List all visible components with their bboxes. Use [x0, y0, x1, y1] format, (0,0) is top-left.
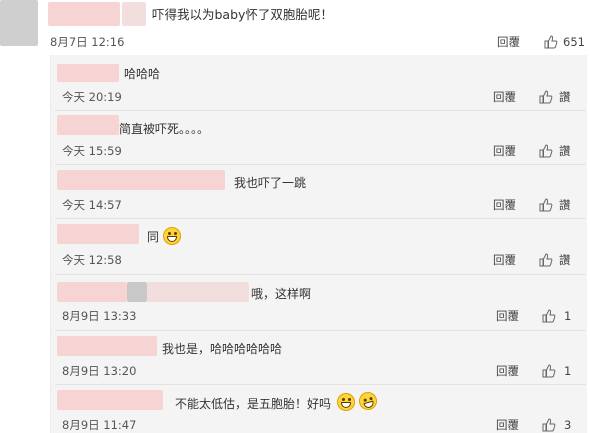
reply-username-redacted[interactable]: [57, 64, 119, 82]
thumbs-up-icon[interactable]: [539, 198, 553, 212]
thumbs-up-icon[interactable]: [542, 418, 556, 432]
like-label[interactable]: 讚: [559, 90, 571, 104]
reply-button[interactable]: 回覆: [493, 90, 516, 104]
reply-text: 我也吓了一跳: [234, 176, 307, 190]
reply-text: 不能太低估，是五胞胎！好吗: [175, 397, 332, 411]
thumbs-up-icon[interactable]: [539, 144, 553, 158]
reply-time: 8月9日 13:33: [62, 309, 137, 323]
like-count: 651: [563, 35, 585, 49]
reply-text: 哈哈哈: [124, 67, 161, 81]
reply-username-redacted: [147, 282, 249, 302]
reply-button[interactable]: 回覆: [493, 144, 516, 158]
like-count: 1: [564, 364, 572, 378]
reply-button[interactable]: 回覆: [496, 364, 519, 378]
reply-username-redacted[interactable]: [57, 170, 225, 190]
like-count: 1: [564, 309, 572, 323]
divider: [55, 274, 586, 275]
thumbs-up-icon[interactable]: [544, 35, 558, 49]
avatar[interactable]: [0, 0, 38, 46]
reply-username-redacted[interactable]: [57, 115, 119, 135]
divider: [55, 164, 586, 165]
thumbs-up-icon[interactable]: [542, 309, 556, 323]
divider: [55, 330, 586, 331]
reply-username-redacted[interactable]: [57, 282, 127, 302]
like-label[interactable]: 讚: [559, 144, 571, 158]
reply-time: 8月9日 11:47: [62, 418, 137, 432]
reply-text: 简直被吓死。。。。: [119, 122, 210, 136]
reply-button[interactable]: 回覆: [496, 418, 519, 432]
like-count: 3: [564, 418, 572, 432]
like-label[interactable]: 讚: [559, 198, 571, 212]
reply-text: 我也是，哈哈哈哈哈哈: [162, 342, 283, 356]
reply-button[interactable]: 回覆: [497, 35, 520, 49]
reply-button[interactable]: 回覆: [493, 253, 516, 267]
grin-emoji-icon: [337, 393, 355, 411]
reply-username-redacted[interactable]: [57, 224, 139, 244]
reply-text: 哦，这样啊: [251, 287, 312, 301]
reply-time: 今天 20:19: [62, 90, 122, 104]
thumbs-up-icon[interactable]: [542, 364, 556, 378]
reply-username-redacted: [127, 282, 147, 302]
thumbs-up-icon[interactable]: [539, 253, 553, 267]
reply-time: 今天 12:58: [62, 253, 122, 267]
main-comment-time: 8月7日 12:16: [50, 35, 125, 49]
reply-button[interactable]: 回覆: [496, 309, 519, 323]
grin-emoji-icon: [163, 227, 181, 245]
username-redacted[interactable]: [48, 2, 120, 26]
username-redacted: [122, 2, 146, 26]
reply-button[interactable]: 回覆: [493, 198, 516, 212]
reply-time: 今天 15:59: [62, 144, 122, 158]
divider: [55, 110, 586, 111]
divider: [55, 218, 586, 219]
reply-username-redacted[interactable]: [57, 390, 163, 410]
divider: [55, 384, 586, 385]
thumbs-up-icon[interactable]: [539, 90, 553, 104]
main-comment-text: 吓得我以为baby怀了双胞胎呢！: [152, 7, 333, 22]
reply-username-redacted[interactable]: [57, 336, 157, 356]
reply-time: 今天 14:57: [62, 198, 122, 212]
like-label[interactable]: 讚: [559, 253, 571, 267]
reply-time: 8月9日 13:20: [62, 364, 137, 378]
reply-text: 同: [147, 230, 160, 244]
